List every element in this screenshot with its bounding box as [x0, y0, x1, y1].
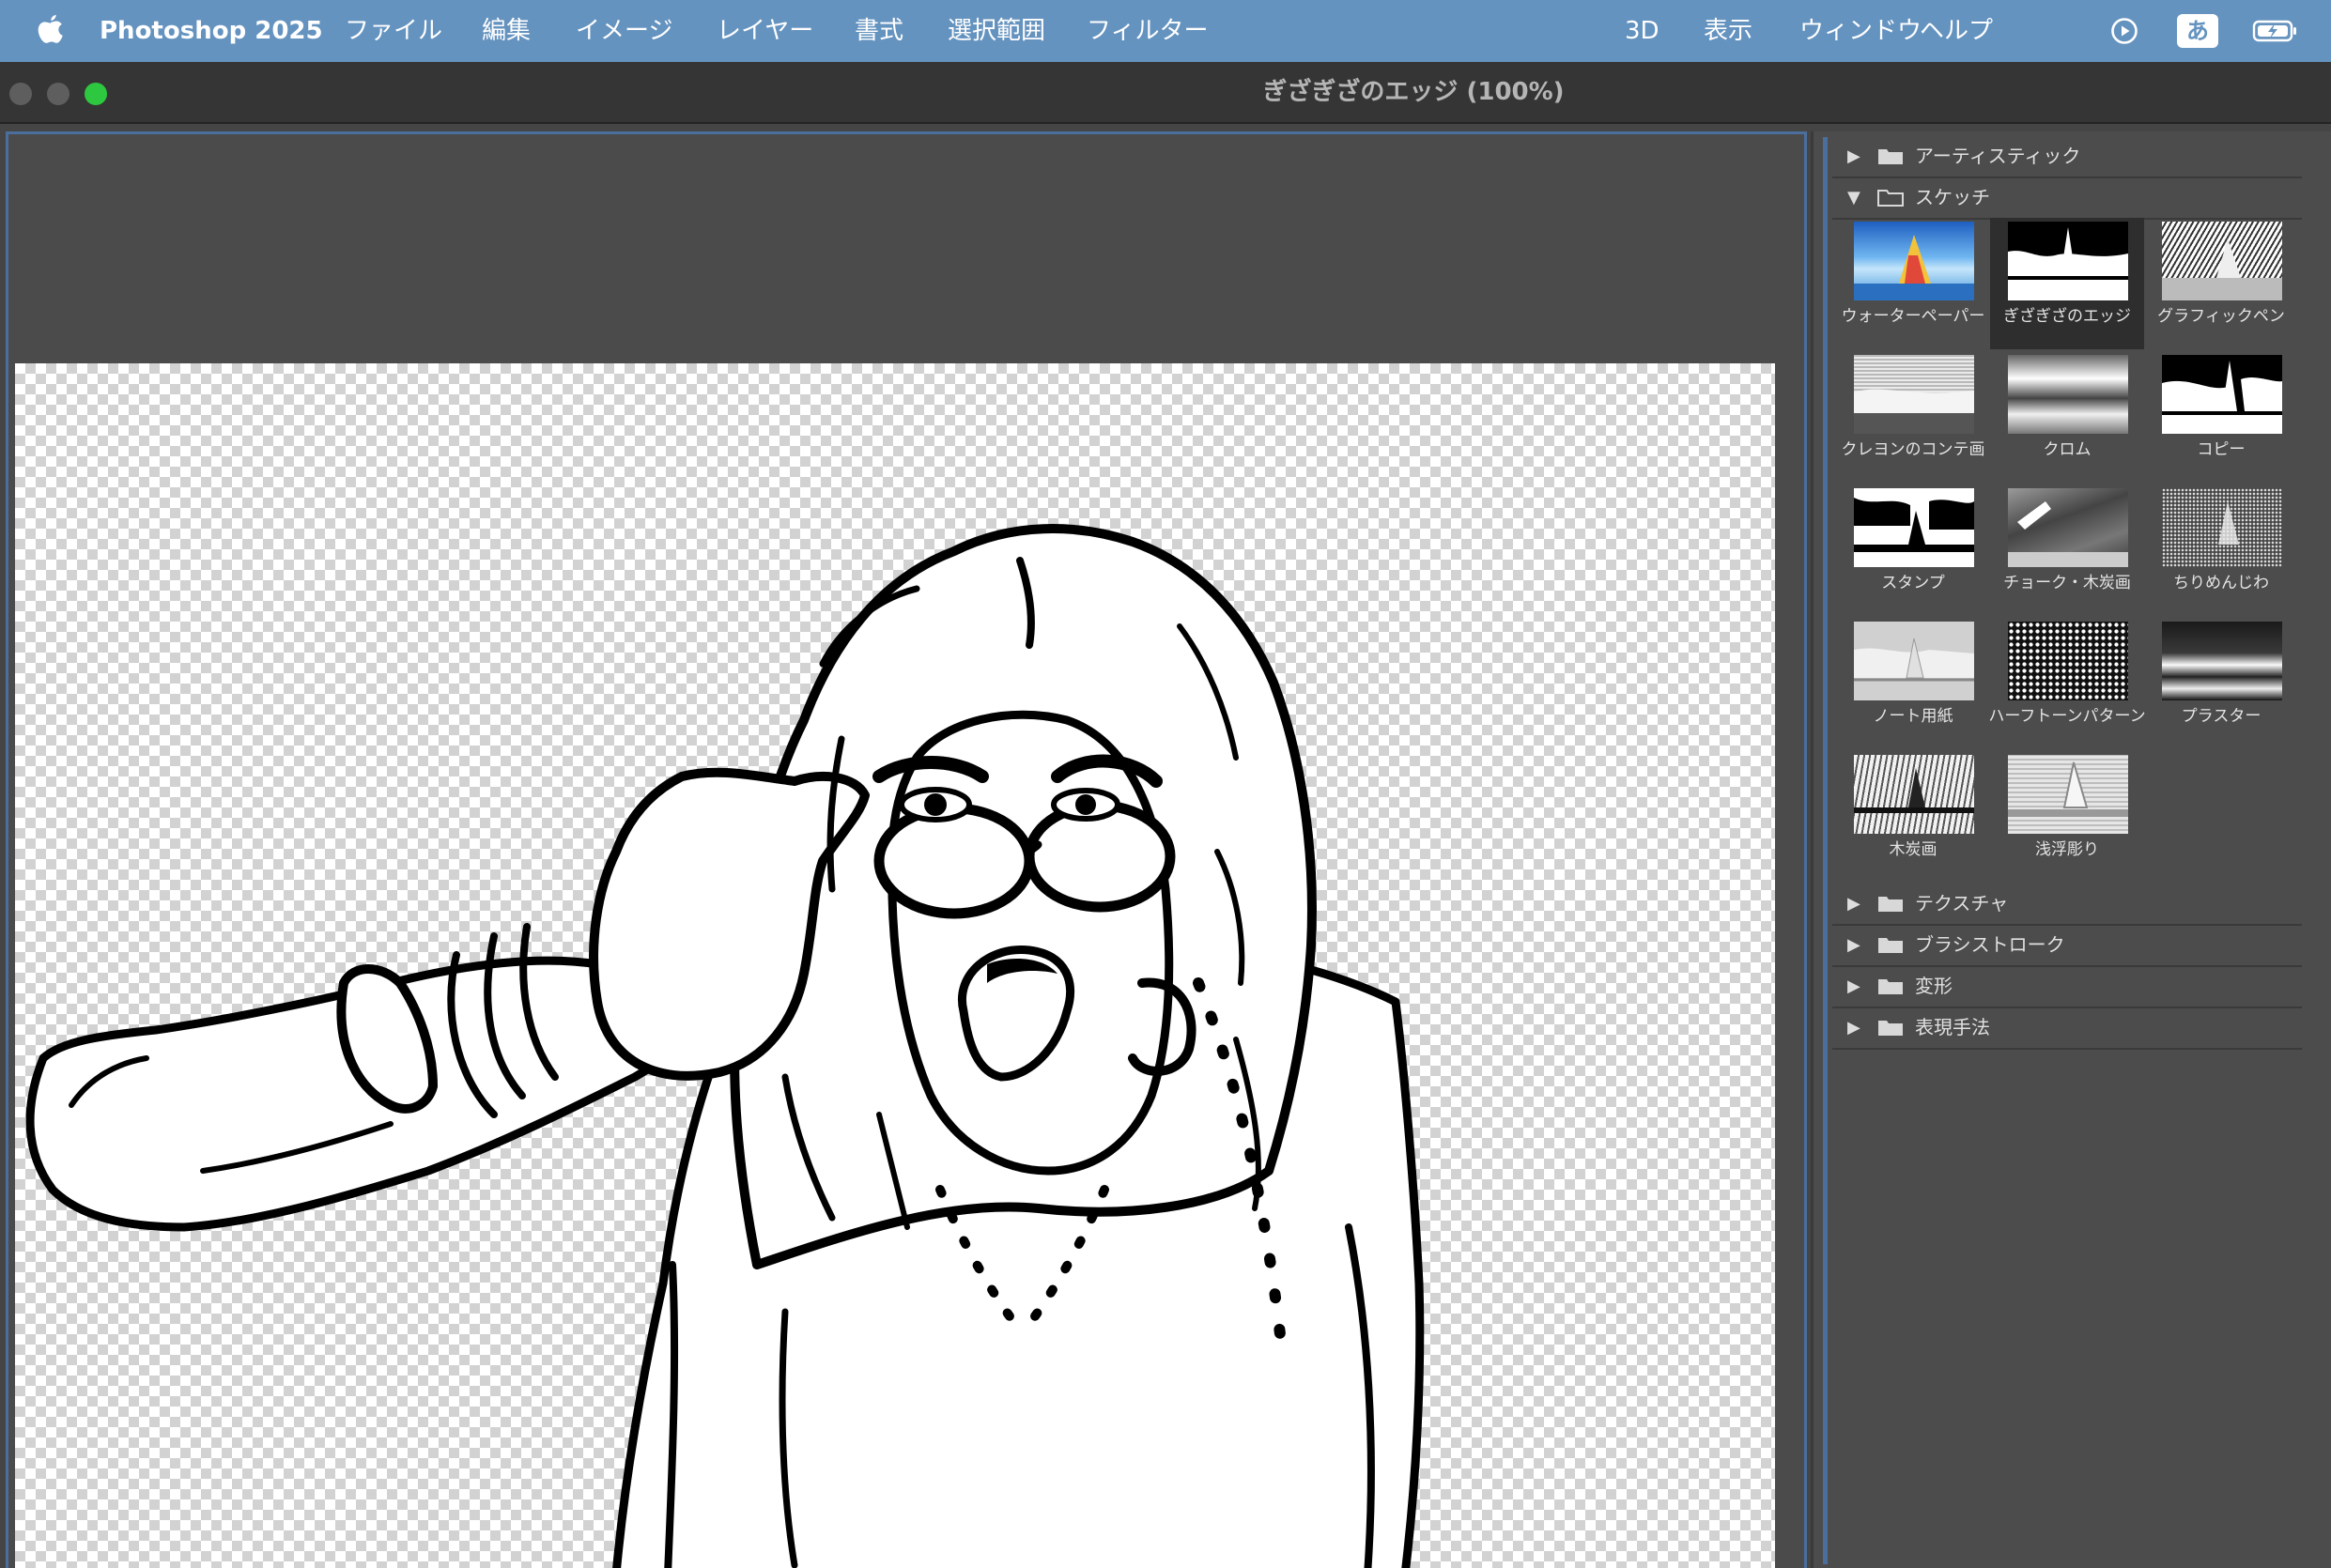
filter-label: クロム	[2043, 440, 2092, 459]
input-method[interactable]: あ	[2175, 0, 2220, 62]
filter-thumb-halftone[interactable]: ハーフトーンパターン	[1988, 618, 2146, 749]
filter-preview-image	[1854, 488, 1974, 567]
filter-label: チョーク・木炭画	[2003, 574, 2131, 592]
category-distort[interactable]: ▶ 変形	[1832, 965, 2302, 1008]
menu-window[interactable]: ウィンドウ	[1799, 0, 1922, 62]
menu-bar: Photoshop 2025 ファイル 編集 イメージ レイヤー 書式 選択範囲…	[0, 0, 2331, 62]
menu-edit[interactable]: 編集	[482, 0, 531, 62]
menu-type[interactable]: 書式	[855, 0, 903, 62]
menu-view[interactable]: 表示	[1704, 0, 1752, 62]
menu-image[interactable]: イメージ	[576, 0, 672, 62]
filter-thumb-charcoal[interactable]: 木炭画	[1836, 751, 1990, 883]
folder-icon	[1878, 149, 1903, 164]
play-icon[interactable]	[2107, 0, 2141, 62]
folder-icon	[1878, 979, 1903, 994]
filter-thumb-water-paper[interactable]: ウォーターペーパー	[1836, 218, 1990, 349]
category-brush-strokes[interactable]: ▶ ブラシストローク	[1832, 924, 2302, 967]
filter-preview-image	[1854, 222, 1974, 300]
filter-label: コピー	[2197, 440, 2246, 459]
folder-icon	[1878, 938, 1903, 953]
document-title: ぎざぎざのエッジ (100%)	[1262, 78, 1565, 106]
filter-preview-image	[1854, 355, 1974, 434]
filter-label: プラスター	[2181, 707, 2262, 726]
category-texture[interactable]: ▶ テクスチャ	[1832, 883, 2302, 926]
disclosure-right-icon[interactable]: ▶	[1847, 976, 1860, 996]
filter-thumb-chrome[interactable]: クロム	[1990, 351, 2144, 483]
category-label: 表現手法	[1915, 1016, 1990, 1038]
folder-icon	[1878, 1021, 1903, 1036]
battery-icon[interactable]	[2250, 0, 2301, 62]
category-label: ブラシストローク	[1915, 933, 2065, 956]
disclosure-right-icon[interactable]: ▶	[1847, 1018, 1860, 1038]
filter-label: ハーフトーンパターン	[1988, 707, 2146, 726]
filter-preview-image	[1854, 755, 1974, 834]
apple-icon[interactable]	[34, 13, 68, 49]
app-menu[interactable]: Photoshop 2025	[100, 0, 323, 62]
menu-filter[interactable]: フィルター	[1087, 0, 1208, 62]
filter-thumb-torn-edges[interactable]: ぎざぎざのエッジ	[1990, 218, 2144, 349]
filter-thumb-bas-relief[interactable]: 浅浮彫り	[1990, 751, 2144, 883]
category-sketch[interactable]: ▼ スケッチ	[1832, 177, 2302, 220]
menu-file[interactable]: ファイル	[345, 0, 442, 62]
category-label: テクスチャ	[1915, 892, 2009, 915]
menu-layer[interactable]: レイヤー	[717, 0, 813, 62]
filter-preview-image	[2162, 622, 2282, 700]
torn-edges-preview-image	[25, 524, 1425, 1568]
filter-preview-image	[2008, 755, 2128, 834]
disclosure-right-icon[interactable]: ▶	[1847, 894, 1860, 914]
filter-label: クレヨンのコンテ画	[1841, 440, 1985, 459]
input-method-label: あ	[2177, 14, 2218, 48]
menu-help[interactable]: ヘルプ	[1920, 0, 1993, 62]
filter-label: 浅浮彫り	[2035, 840, 2099, 859]
filter-thumb-conte-crayon[interactable]: クレヨンのコンテ画	[1836, 351, 1990, 483]
filter-thumb-reticulation[interactable]: ちりめんじわ	[2144, 484, 2298, 616]
filter-preview-image	[2008, 622, 2128, 700]
category-label: スケッチ	[1915, 186, 1990, 208]
filter-label: ノート用紙	[1873, 707, 1953, 726]
filter-thumb-note-paper[interactable]: ノート用紙	[1836, 618, 1990, 749]
filter-preview-image	[1854, 622, 1974, 700]
filter-preview-image	[2162, 355, 2282, 434]
filter-preview-image	[2008, 222, 2128, 300]
filter-label: ウォーターペーパー	[1841, 307, 1985, 326]
menu-3d[interactable]: 3D	[1625, 0, 1659, 62]
disclosure-down-icon[interactable]: ▼	[1847, 188, 1860, 208]
folder-open-icon	[1877, 190, 1904, 207]
filter-thumb-photocopy[interactable]: コピー	[2144, 351, 2298, 483]
filter-thumb-stamp[interactable]: スタンプ	[1836, 484, 1990, 616]
category-label: 変形	[1915, 975, 1953, 997]
filter-preview-image	[2162, 488, 2282, 567]
filter-preview-image	[2008, 488, 2128, 567]
filter-preview-image	[2008, 355, 2128, 434]
folder-icon	[1878, 897, 1903, 912]
category-artistic[interactable]: ▶ アーティスティック	[1832, 135, 2302, 178]
category-stylize[interactable]: ▶ 表現手法	[1832, 1007, 2302, 1050]
document-title-bar: ぎざぎざのエッジ (100%)	[0, 62, 2331, 124]
filter-thumb-graphic-pen[interactable]: グラフィックペン	[2144, 218, 2298, 349]
filter-label: ちりめんじわ	[2173, 574, 2269, 592]
filter-thumb-chalk-charcoal[interactable]: チョーク・木炭画	[1990, 484, 2144, 616]
menu-select[interactable]: 選択範囲	[948, 0, 1045, 62]
filter-label: 木炭画	[1889, 840, 1937, 859]
filter-thumb-plaster[interactable]: プラスター	[2144, 618, 2298, 749]
disclosure-right-icon[interactable]: ▶	[1847, 935, 1860, 955]
preview-workspace[interactable]	[6, 131, 1807, 1568]
filter-label: ぎざぎざのエッジ	[2003, 307, 2131, 326]
filter-label: グラフィックペン	[2157, 307, 2285, 326]
filter-preview-image	[2162, 222, 2282, 300]
filter-label: スタンプ	[1881, 574, 1945, 592]
preview-canvas[interactable]	[15, 363, 1775, 1568]
disclosure-right-icon[interactable]: ▶	[1847, 146, 1860, 166]
filter-gallery-panel: ▶ アーティスティック ▼ スケッチ ウォーターペーパー ぎざぎざのエッジ グラ…	[1811, 131, 2331, 1568]
category-label: アーティスティック	[1915, 145, 2081, 167]
